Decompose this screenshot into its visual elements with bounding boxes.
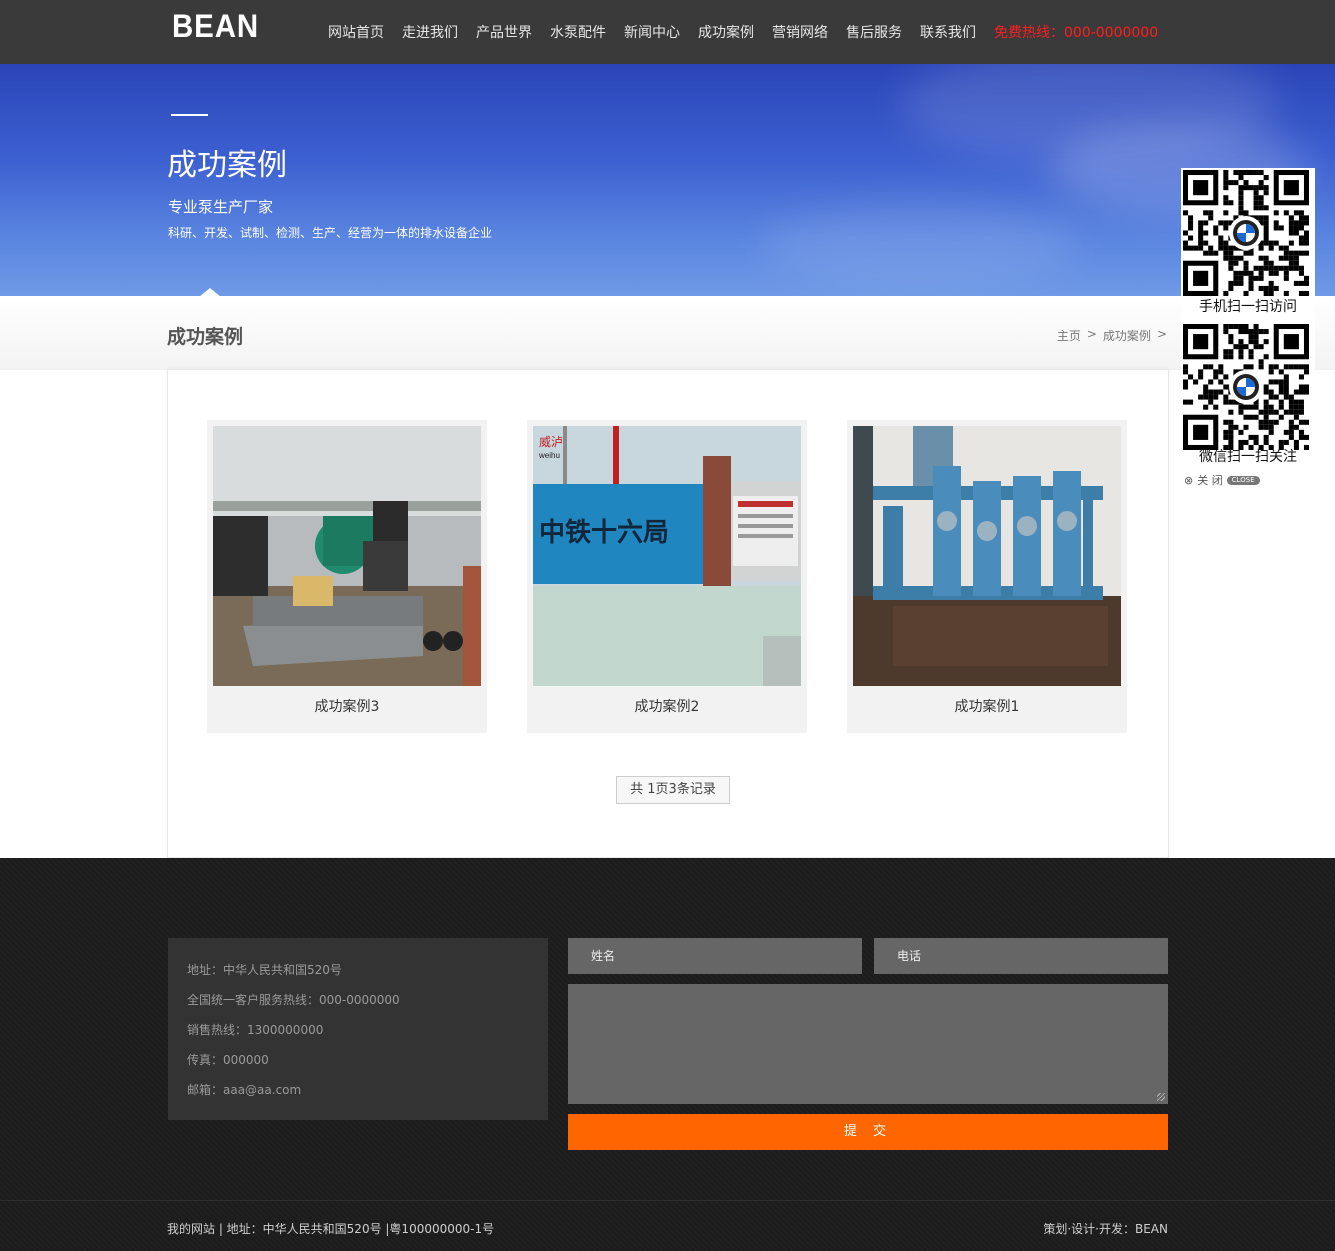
close-icon[interactable]: ⊗ <box>1184 474 1193 487</box>
contact-service-hotline: 全国统一客户服务热线：000-0000000 <box>187 993 400 1007</box>
breadcrumb-current[interactable]: 成功案例 <box>1103 327 1151 344</box>
qr-code-panel: 手机扫一扫访问 微信扫一扫关注 ⊗ 关 闭 CLOSE <box>1181 168 1315 490</box>
nav-item-parts[interactable]: 水泵配件 <box>550 22 606 42</box>
nav-item-home[interactable]: 网站首页 <box>328 22 384 42</box>
svg-text:weihu: weihu <box>538 451 560 460</box>
case-caption[interactable]: 成功案例1 <box>847 696 1127 716</box>
banner-notch <box>199 288 221 296</box>
close-label[interactable]: 关 闭 <box>1197 472 1223 488</box>
nav-item-about[interactable]: 走进我们 <box>402 22 458 42</box>
page-title: 成功案例 <box>167 326 244 348</box>
breadcrumb-home[interactable]: 主页 <box>1057 327 1081 344</box>
svg-text:中铁十六局: 中铁十六局 <box>539 517 669 547</box>
banner-subtitle: 专业泵生产厂家 <box>168 198 274 216</box>
case-image[interactable]: 中铁十六局 威泸 weihu <box>533 426 801 686</box>
nav-item-network[interactable]: 营销网络 <box>772 22 828 42</box>
case-card[interactable]: 中铁十六局 威泸 weihu 成功案例2 <box>527 420 807 733</box>
copyright-text: 我的网站 | 地址：中华人民共和国520号 |粤100000000-1号 <box>167 1222 495 1236</box>
contact-email: 邮箱：aaa@aa.com <box>187 1083 302 1097</box>
nav-item-products[interactable]: 产品世界 <box>476 22 532 42</box>
case-list: 成功案例3 中铁十六局 威泸 weihu 成功案例2 成功案例1 共 1页3条记… <box>167 369 1169 858</box>
contact-info: 地址：中华人民共和国520号 全国统一客户服务热线：000-0000000 销售… <box>168 938 548 1120</box>
site-logo[interactable]: BEAN <box>172 8 259 45</box>
breadcrumb: 主页 > 成功案例 > <box>1057 327 1167 344</box>
submit-button[interactable]: 提 交 <box>568 1114 1168 1150</box>
case-image[interactable] <box>213 426 481 686</box>
close-badge[interactable]: CLOSE <box>1226 475 1260 485</box>
contact-fax: 传真：000000 <box>187 1053 269 1067</box>
phone-input[interactable]: 电话 <box>874 938 1168 974</box>
nav-item-cases[interactable]: 成功案例 <box>698 22 754 42</box>
qr-caption-mobile: 手机扫一扫访问 <box>1199 299 1297 315</box>
case-caption[interactable]: 成功案例2 <box>527 696 807 716</box>
top-navigation-bar: BEAN 网站首页 走进我们 产品世界 水泵配件 新闻中心 成功案例 营销网络 … <box>0 0 1335 64</box>
banner-description: 科研、开发、试制、检测、生产、经营为一体的排水设备企业 <box>168 226 493 240</box>
main-nav: 网站首页 走进我们 产品世界 水泵配件 新闻中心 成功案例 营销网络 售后服务 … <box>328 0 1158 64</box>
breadcrumb-separator: > <box>1156 327 1167 341</box>
credit-text: 策划·设计·开发：BEAN <box>1043 1222 1168 1236</box>
case-image[interactable] <box>853 426 1121 686</box>
wechat-qr-code <box>1183 324 1309 450</box>
mobile-qr-code <box>1183 170 1309 296</box>
nav-item-news[interactable]: 新闻中心 <box>624 22 680 42</box>
footer-divider <box>0 1200 1335 1201</box>
site-footer: 地址：中华人民共和国520号 全国统一客户服务热线：000-0000000 销售… <box>0 858 1335 1251</box>
nav-item-contact[interactable]: 联系我们 <box>920 22 976 42</box>
contact-sales-hotline: 销售热线：1300000000 <box>187 1023 324 1037</box>
hotline-text: 免费热线：000-0000000 <box>994 25 1159 41</box>
pagination-info: 共 1页3条记录 <box>616 776 730 804</box>
close-qr-button[interactable]: ⊗ 关 闭 CLOSE <box>1184 472 1260 488</box>
svg-text:威泸: 威泸 <box>539 435 563 449</box>
page-banner: 成功案例 专业泵生产厂家 科研、开发、试制、检测、生产、经营为一体的排水设备企业 <box>0 64 1335 296</box>
case-card[interactable]: 成功案例1 <box>847 420 1127 733</box>
contact-address: 地址：中华人民共和国520号 <box>187 963 342 977</box>
nav-item-service[interactable]: 售后服务 <box>846 22 902 42</box>
banner-accent-line <box>171 114 208 116</box>
resize-handle-icon[interactable] <box>1157 1093 1165 1101</box>
breadcrumb-separator: > <box>1086 327 1097 341</box>
message-textarea[interactable] <box>568 984 1168 1104</box>
case-caption[interactable]: 成功案例3 <box>207 696 487 716</box>
qr-caption-wechat: 微信扫一扫关注 <box>1199 449 1297 465</box>
banner-title: 成功案例 <box>167 148 287 183</box>
case-card[interactable]: 成功案例3 <box>207 420 487 733</box>
section-header: 成功案例 主页 > 成功案例 > <box>0 296 1335 370</box>
name-input[interactable]: 姓名 <box>568 938 862 974</box>
